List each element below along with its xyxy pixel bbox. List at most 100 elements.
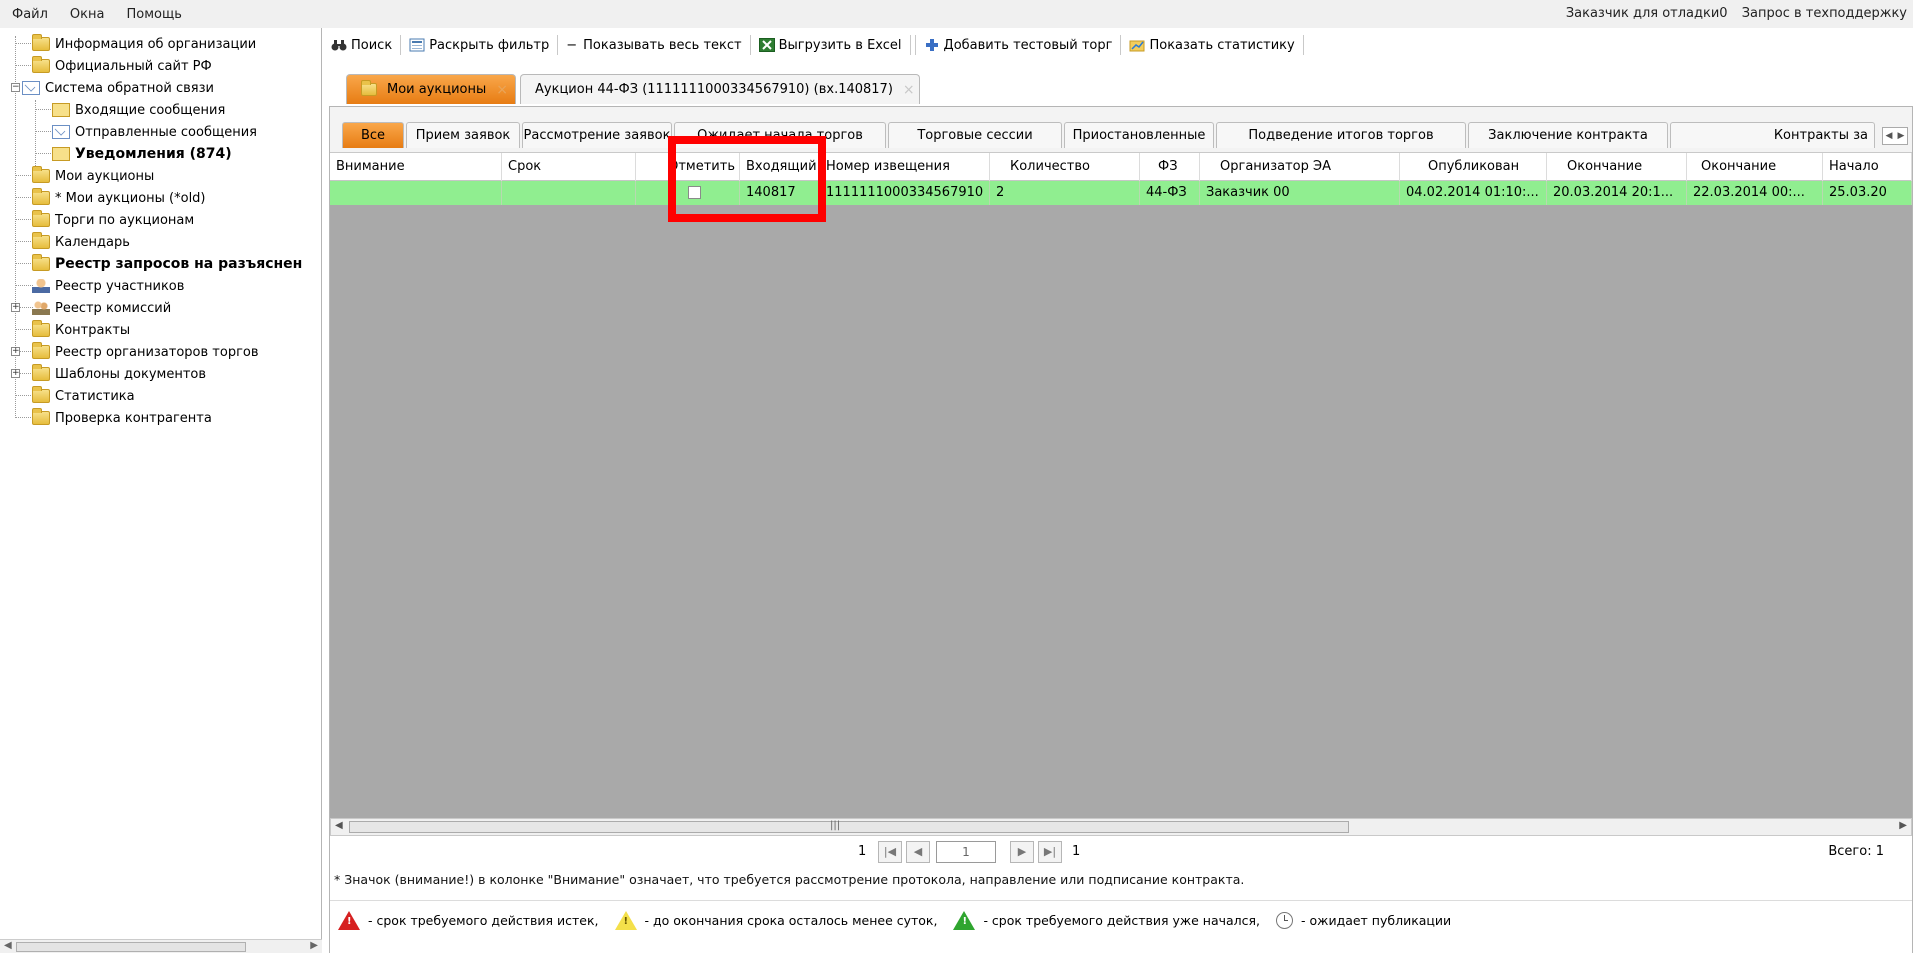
status-tab-contract[interactable]: Заключение контракта bbox=[1468, 122, 1668, 148]
collapse-icon[interactable]: − bbox=[11, 83, 20, 92]
tree-item-label: Реестр запросов на разъяснен bbox=[55, 256, 303, 272]
column-header[interactable]: Окончание bbox=[1687, 153, 1823, 181]
status-tab-accepting[interactable]: Прием заявок bbox=[406, 122, 520, 148]
tree-line bbox=[35, 109, 53, 110]
tree-item-contracts[interactable]: Контракты bbox=[32, 318, 130, 342]
folder-icon bbox=[32, 188, 50, 205]
tree-item-label: Реестр комиссий bbox=[55, 300, 172, 316]
expand-icon[interactable]: + bbox=[11, 347, 20, 356]
column-header[interactable]: Организатор ЭА bbox=[1200, 153, 1400, 181]
tab-scroll-buttons: ◀ ▶ bbox=[1882, 127, 1908, 145]
column-header[interactable]: Опубликован bbox=[1400, 153, 1547, 181]
next-page-button[interactable]: ▶ bbox=[1010, 841, 1034, 863]
legend-expired: - срок требуемого действия истек, bbox=[368, 913, 599, 928]
total-count: Всего: 1 bbox=[1828, 844, 1884, 859]
status-tab-sessions[interactable]: Торговые сессии bbox=[888, 122, 1062, 148]
expand-icon[interactable]: + bbox=[11, 303, 20, 312]
scroll-right-icon[interactable]: ▶ bbox=[310, 940, 318, 951]
tree-item-org-info[interactable]: Информация об организации bbox=[32, 32, 256, 56]
tree-item-commissions[interactable]: Реестр комиссий bbox=[32, 296, 171, 320]
toolbar-separator bbox=[914, 35, 916, 55]
tree-item-notifications[interactable]: Уведомления (874) bbox=[52, 142, 232, 166]
folder-icon bbox=[32, 232, 50, 249]
scroll-left-icon[interactable]: ◀ bbox=[335, 820, 343, 831]
filter-icon bbox=[409, 38, 425, 52]
tab-my-auctions[interactable]: Мои аукционы × bbox=[346, 74, 516, 104]
tree-item-clarification-registry[interactable]: Реестр запросов на разъяснен bbox=[32, 252, 302, 276]
grid-horizontal-scrollbar[interactable]: ◀ ||| ▶ bbox=[330, 818, 1912, 836]
expand-filter-button[interactable]: Раскрыть фильтр bbox=[403, 38, 555, 53]
document-tabs: Мои аукционы × Аукцион 44-ФЗ (1111111000… bbox=[325, 62, 1913, 106]
page-number-input[interactable]: 1 bbox=[936, 841, 996, 863]
add-test-trade-button[interactable]: Добавить тестовый торг bbox=[918, 38, 1119, 53]
prev-page-button[interactable]: ◀ bbox=[906, 841, 930, 863]
column-header[interactable]: Входящий bbox=[740, 153, 820, 181]
export-excel-button[interactable]: Выгрузить в Excel bbox=[753, 38, 908, 53]
cell-quantity: 2 bbox=[990, 181, 1140, 205]
cell-start: 25.03.20 bbox=[1823, 181, 1912, 205]
table-row[interactable]: 140817 1111111000334567910 2 44-ФЗ Заказ… bbox=[330, 181, 1912, 205]
show-statistics-button[interactable]: Показать статистику bbox=[1123, 38, 1300, 53]
mark-checkbox[interactable] bbox=[688, 186, 701, 199]
show-all-text-button[interactable]: − Показывать весь текст bbox=[560, 38, 747, 53]
scroll-thumb[interactable] bbox=[16, 942, 246, 952]
column-header[interactable]: Номер извещения bbox=[820, 153, 990, 181]
tree-horizontal-scrollbar[interactable]: ◀ ▶ bbox=[0, 939, 322, 953]
tree-item-label: Торги по аукционам bbox=[55, 212, 195, 228]
current-user[interactable]: Заказчик для отладки0 bbox=[1566, 6, 1728, 21]
legend-started: - срок требуемого действия уже начался, bbox=[983, 913, 1261, 928]
tab-auction-detail[interactable]: Аукцион 44-ФЗ (1111111000334567910) (вх.… bbox=[520, 74, 920, 104]
column-header[interactable]: Количество bbox=[990, 153, 1140, 181]
tree-item-trades[interactable]: Торги по аукционам bbox=[32, 208, 194, 232]
tab-scroll-left-icon[interactable]: ◀ bbox=[1883, 128, 1895, 144]
column-header[interactable]: Окончание bbox=[1547, 153, 1687, 181]
last-page-button[interactable]: ▶| bbox=[1038, 841, 1062, 863]
first-page-button[interactable]: |◀ bbox=[878, 841, 902, 863]
status-tab-awaiting[interactable]: Ожидает начала торгов bbox=[674, 122, 886, 148]
tree-item-calendar[interactable]: Календарь bbox=[32, 230, 130, 254]
folder-icon bbox=[32, 386, 50, 403]
menu-windows[interactable]: Окна bbox=[58, 7, 115, 22]
tree-item-my-auctions-old[interactable]: * Мои аукционы (*old) bbox=[32, 186, 206, 210]
status-tab-results[interactable]: Подведение итогов торгов bbox=[1216, 122, 1466, 148]
cell-law: 44-ФЗ bbox=[1140, 181, 1200, 205]
menu-help[interactable]: Помощь bbox=[114, 7, 191, 22]
menu-right: Заказчик для отладки0 Запрос в техподдер… bbox=[1556, 6, 1907, 21]
folder-icon bbox=[32, 166, 50, 183]
scroll-right-icon[interactable]: ▶ bbox=[1899, 820, 1907, 831]
tree-item-inbox[interactable]: Входящие сообщения bbox=[52, 98, 225, 122]
status-tab-all[interactable]: Все bbox=[342, 122, 404, 148]
tree-item-participants[interactable]: Реестр участников bbox=[32, 274, 184, 298]
tree-item-my-auctions[interactable]: Мои аукционы bbox=[32, 164, 154, 188]
tree-item-feedback[interactable]: Система обратной связи bbox=[22, 76, 214, 100]
search-button[interactable]: Поиск bbox=[325, 38, 398, 53]
tree-item-official-site[interactable]: Официальный сайт РФ bbox=[32, 54, 212, 78]
navigation-tree: − + + + Информация об организации Официа… bbox=[0, 28, 322, 939]
folder-icon bbox=[32, 254, 50, 271]
column-header[interactable]: ФЗ bbox=[1140, 153, 1200, 181]
export-excel-label: Выгрузить в Excel bbox=[778, 37, 902, 53]
scroll-grip-icon: ||| bbox=[830, 820, 841, 831]
status-tab-contracts[interactable]: Контракты за bbox=[1670, 122, 1875, 148]
expand-icon[interactable]: + bbox=[11, 369, 20, 378]
menu-file[interactable]: Файл bbox=[0, 7, 58, 22]
status-tab-suspended[interactable]: Приостановленные bbox=[1064, 122, 1214, 148]
tree-item-templates[interactable]: Шаблоны документов bbox=[32, 362, 206, 386]
scroll-thumb[interactable]: ||| bbox=[349, 820, 1349, 833]
tab-scroll-right-icon[interactable]: ▶ bbox=[1895, 128, 1907, 144]
tree-item-counterparty-check[interactable]: Проверка контрагента bbox=[32, 406, 212, 430]
column-header[interactable]: Внимание bbox=[330, 153, 502, 181]
scroll-left-icon[interactable]: ◀ bbox=[4, 940, 12, 951]
column-header[interactable]: Срок bbox=[502, 153, 636, 181]
column-header[interactable]: Отметить bbox=[636, 153, 740, 181]
close-icon[interactable]: × bbox=[903, 82, 915, 98]
add-test-trade-label: Добавить тестовый торг bbox=[943, 37, 1113, 53]
support-request-link[interactable]: Запрос в техподдержку bbox=[1742, 6, 1907, 21]
tree-item-organizers[interactable]: Реестр организаторов торгов bbox=[32, 340, 259, 364]
close-icon[interactable]: × bbox=[496, 82, 508, 98]
tree-item-statistics[interactable]: Статистика bbox=[32, 384, 135, 408]
status-tab-review[interactable]: Рассмотрение заявок bbox=[522, 122, 672, 148]
column-header[interactable]: Начало bbox=[1823, 153, 1912, 181]
tree-item-sent[interactable]: Отправленные сообщения bbox=[52, 120, 257, 144]
toolbar-separator bbox=[1120, 35, 1122, 55]
